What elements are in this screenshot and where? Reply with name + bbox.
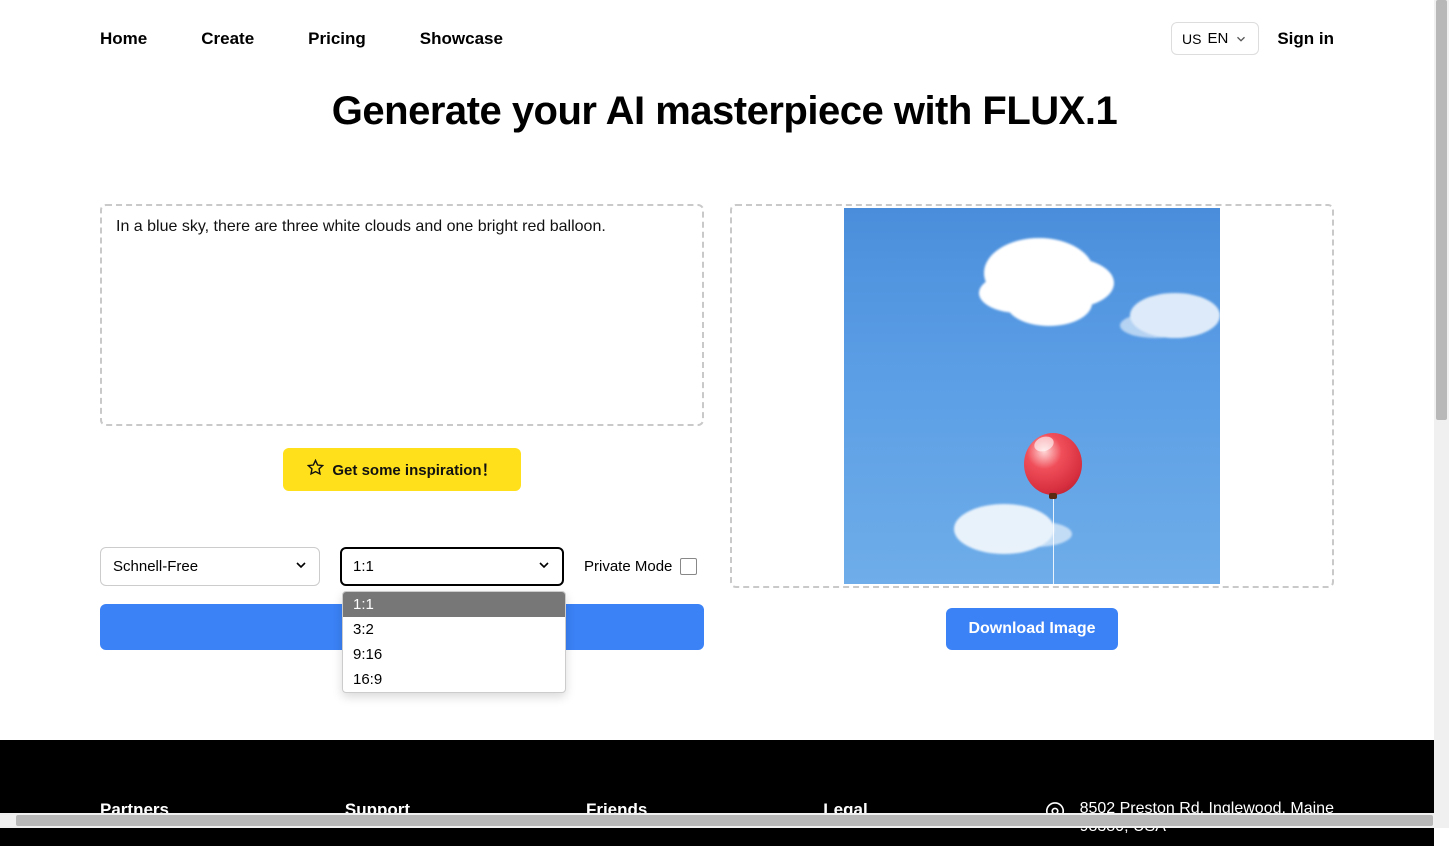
horizontal-scrollbar-thumb[interactable]	[16, 815, 1433, 826]
horizontal-scrollbar[interactable]	[0, 813, 1449, 828]
download-button[interactable]: Download Image	[946, 608, 1117, 650]
header: Home Create Pricing Showcase US EN Sign …	[0, 0, 1434, 75]
footer: Partners Support Friends Legal 8502 Pres…	[0, 740, 1434, 846]
balloon-icon	[1024, 433, 1082, 495]
inspiration-label: Get some inspiration！	[332, 459, 496, 480]
main-content: In a blue sky, there are three white clo…	[0, 174, 1434, 690]
nav-create[interactable]: Create	[201, 29, 254, 49]
model-select[interactable]: Schnell-Free	[100, 547, 320, 586]
private-mode-label: Private Mode	[584, 558, 672, 575]
nav-home[interactable]: Home	[100, 29, 147, 49]
cloud-icon	[1130, 293, 1220, 338]
aspect-ratio-dropdown: 1:1 3:2 9:16 16:9	[342, 591, 566, 693]
inspiration-button[interactable]: Get some inspiration！	[283, 448, 520, 491]
left-column: In a blue sky, there are three white clo…	[100, 204, 704, 650]
prompt-panel[interactable]: In a blue sky, there are three white clo…	[100, 204, 704, 426]
model-select-value: Schnell-Free	[113, 558, 198, 575]
nav-showcase[interactable]: Showcase	[420, 29, 503, 49]
output-panel	[730, 204, 1334, 588]
aspect-ratio-value: 1:1	[353, 558, 374, 575]
flag-icon: US	[1182, 31, 1201, 47]
controls-row: Schnell-Free 1:1 1:1 3:2 9:16 16:9 Pri	[100, 547, 704, 586]
cloud-icon	[984, 238, 1094, 308]
ratio-option-9-16[interactable]: 9:16	[343, 642, 565, 667]
language-selector[interactable]: US EN	[1171, 22, 1259, 55]
private-mode-checkbox[interactable]	[680, 558, 697, 575]
vertical-scrollbar[interactable]	[1434, 0, 1449, 828]
star-icon	[307, 459, 324, 480]
ratio-option-16-9[interactable]: 16:9	[343, 667, 565, 692]
prompt-text[interactable]: In a blue sky, there are three white clo…	[116, 218, 688, 236]
aspect-ratio-select[interactable]: 1:1 1:1 3:2 9:16 16:9	[340, 547, 564, 586]
ratio-option-3-2[interactable]: 3:2	[343, 617, 565, 642]
language-code: EN	[1207, 30, 1228, 47]
chevron-down-icon	[536, 557, 552, 577]
private-mode-toggle: Private Mode	[584, 558, 697, 575]
chevron-down-icon	[1234, 32, 1248, 46]
page-title: Generate your AI masterpiece with FLUX.1	[0, 89, 1449, 134]
vertical-scrollbar-thumb[interactable]	[1436, 0, 1447, 420]
right-column: Download Image	[730, 204, 1334, 650]
sign-in-link[interactable]: Sign in	[1277, 29, 1334, 49]
cloud-icon	[954, 504, 1054, 554]
header-right: US EN Sign in	[1171, 22, 1334, 55]
chevron-down-icon	[293, 557, 309, 577]
generated-image	[844, 208, 1220, 584]
ratio-option-1-1[interactable]: 1:1	[343, 592, 565, 617]
nav-pricing[interactable]: Pricing	[308, 29, 366, 49]
main-nav: Home Create Pricing Showcase	[100, 29, 503, 49]
